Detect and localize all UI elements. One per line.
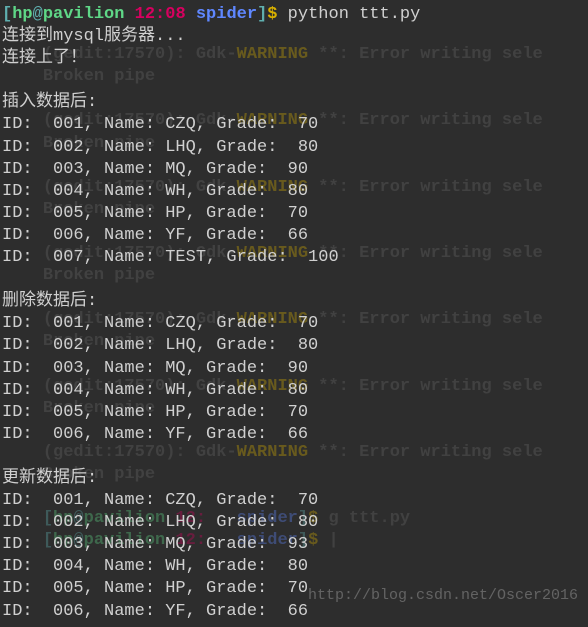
table-row: ID: 007, Name: TEST, Grade: 100 [2, 247, 586, 269]
section-delete: 删除数据后: [2, 291, 586, 313]
prompt-dir: spider [196, 5, 257, 24]
terminal-window[interactable]: [hp@pavilion 12:08 spider]$ python ttt.p… [0, 0, 588, 627]
blank-line [2, 446, 586, 468]
table-row: ID: 004, Name: WH, Grade: 80 [2, 380, 586, 402]
prompt-user: hp [12, 5, 32, 24]
table-row: ID: 001, Name: CZQ, Grade: 70 [2, 313, 586, 335]
table-row: ID: 003, Name: MQ, Grade: 90 [2, 358, 586, 380]
blank-line [2, 269, 586, 291]
table-row: ID: 001, Name: CZQ, Grade: 70 [2, 114, 586, 136]
output-connecting: 连接到mysql服务器... [2, 26, 586, 48]
prompt-dollar: $ [267, 5, 277, 24]
prompt-host: pavilion [43, 5, 125, 24]
table-row: ID: 006, Name: YF, Grade: 66 [2, 225, 586, 247]
blank-line [2, 70, 586, 92]
watermark-text: http://blog.csdn.net/Oscer2016 [308, 586, 578, 606]
bracket-close: ] [257, 5, 267, 24]
table-row: ID: 006, Name: YF, Grade: 66 [2, 424, 586, 446]
bracket-open: [ [2, 5, 12, 24]
prompt-line: [hp@pavilion 12:08 spider]$ python ttt.p… [2, 4, 586, 26]
table-row: ID: 005, Name: HP, Grade: 70 [2, 203, 586, 225]
table-row: ID: 003, Name: MQ, Grade: 93 [2, 534, 586, 556]
table-row: ID: 004, Name: WH, Grade: 80 [2, 556, 586, 578]
section-insert: 插入数据后: [2, 92, 586, 114]
table-row: ID: 005, Name: HP, Grade: 70 [2, 402, 586, 424]
table-row: ID: 002, Name: LHQ, Grade: 80 [2, 335, 586, 357]
section-update: 更新数据后: [2, 468, 586, 490]
table-row: ID: 002, Name: LHQ, Grade: 80 [2, 137, 586, 159]
output-connected: 连接上了！ [2, 48, 586, 70]
prompt-at: @ [33, 5, 43, 24]
table-row: ID: 001, Name: CZQ, Grade: 70 [2, 490, 586, 512]
command-text: python ttt.py [277, 5, 420, 24]
table-row: ID: 003, Name: MQ, Grade: 90 [2, 159, 586, 181]
prompt-time: 12:08 [135, 5, 186, 24]
table-row: ID: 004, Name: WH, Grade: 80 [2, 181, 586, 203]
table-row: ID: 002, Name: LHQ, Grade: 80 [2, 512, 586, 534]
